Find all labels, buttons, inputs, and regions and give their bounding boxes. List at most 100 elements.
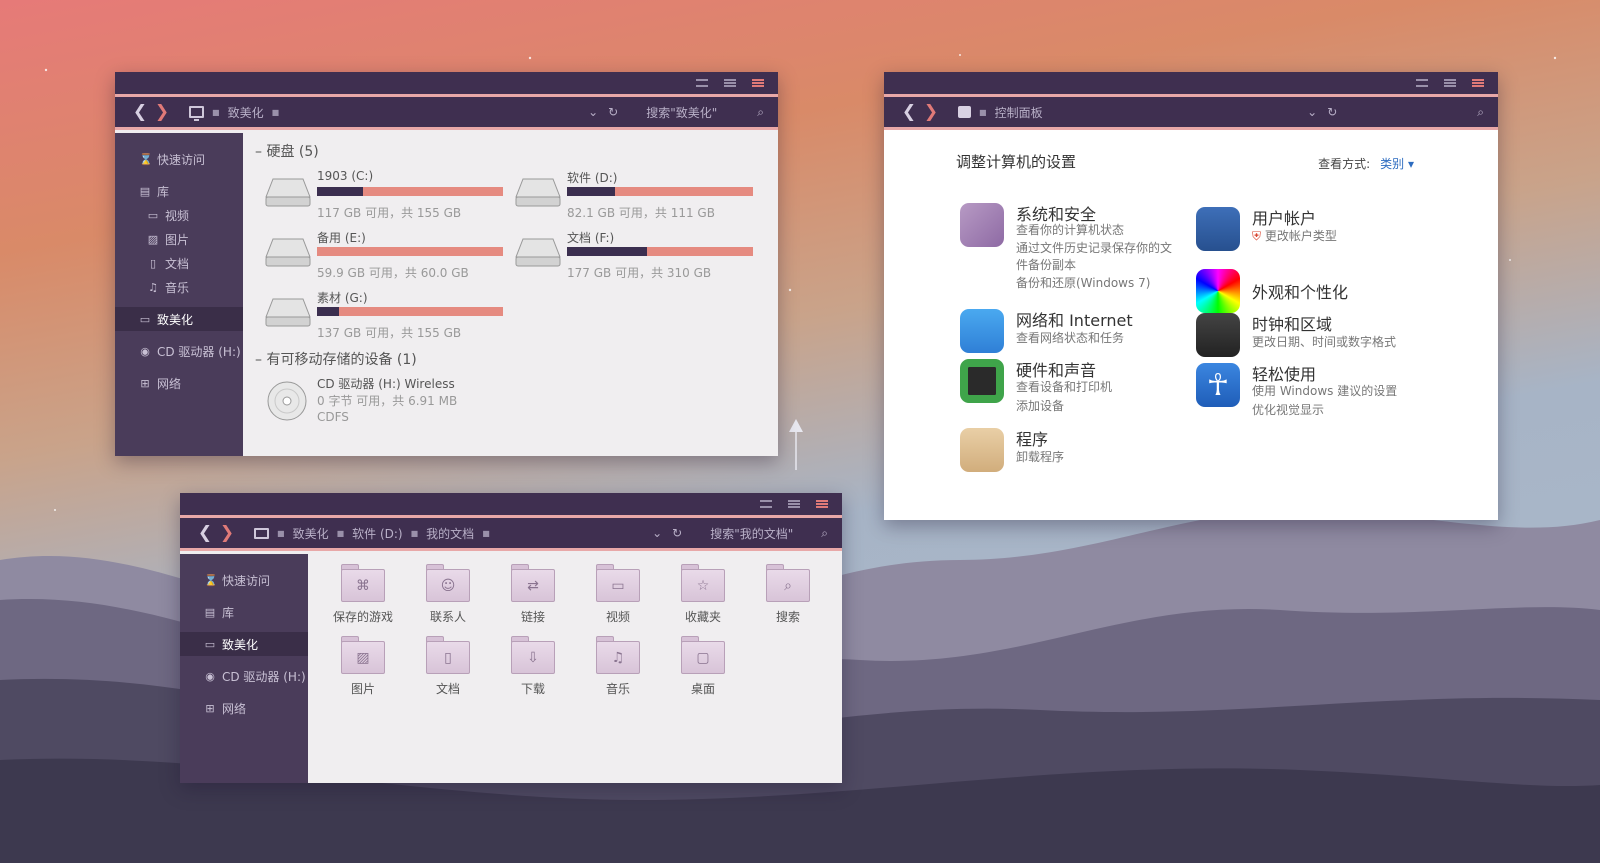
category-programs[interactable]: 程序 卸载程序 [960,426,1190,472]
minimize-button[interactable] [1416,79,1428,87]
drive-filesystem: CDFS [317,410,349,424]
sidebar-item-library[interactable]: ▤ 库 [115,179,243,203]
maximize-button[interactable] [724,79,736,87]
sidebar-item-video[interactable]: ▭ 视频 [115,203,243,227]
folder-label: 桌面 [690,682,715,696]
breadcrumb[interactable]: ■ 致美化 ■ 软件 (D:) ■ 我的文档 ■ [254,525,490,542]
refresh-icon[interactable]: ↻ [608,105,618,119]
sidebar-item-documents[interactable]: ▯ 文档 [115,251,243,275]
category-title[interactable]: 外观和个性化 [1252,279,1348,303]
back-button[interactable]: ❮ [129,102,151,122]
category-title[interactable]: 网络和 Internet [1016,307,1133,331]
category-link[interactable]: 卸载程序 [1016,448,1064,465]
search-input[interactable]: 搜索"致美化" [646,104,717,121]
category-link[interactable]: 更改日期、时间或数字格式 [1252,333,1396,350]
category-network-internet[interactable]: 网络和 Internet 查看网络状态和任务 [960,307,1190,353]
category-system-security[interactable]: 系统和安全 查看你的计算机状态 通过文件历史记录保存你的文 件备份副本 备份和还… [960,201,1190,301]
category-hardware-sound[interactable]: 硬件和声音 查看设备和打印机 添加设备 [960,357,1190,413]
breadcrumb-item[interactable]: 软件 (D:) [352,525,402,542]
hourglass-icon: ⌛ [139,152,153,166]
sidebar-item-computer[interactable]: ▭ 致美化 [180,632,308,656]
drive-item-f[interactable]: 文档 (F:) 177 GB 可用，共 310 GB [515,229,755,280]
search-input[interactable]: 搜索"我的文档" [710,525,793,542]
drive-item-c[interactable]: 1903 (C:) 117 GB 可用，共 155 GB [265,169,505,220]
category-clock-region[interactable]: 时钟和区域 更改日期、时间或数字格式 [1196,311,1426,357]
folder-item[interactable]: ▨ 图片 [328,636,398,697]
back-button[interactable]: ❮ [194,523,216,543]
view-by-dropdown[interactable]: 类别 ▾ [1380,157,1414,171]
drive-item-g[interactable]: 素材 (G:) 137 GB 可用，共 155 GB [265,289,505,340]
category-link[interactable]: 添加设备 [1016,397,1064,414]
folder-item[interactable]: ♫ 音乐 [583,636,653,697]
minimize-button[interactable] [760,500,772,508]
sidebar-item-pictures[interactable]: ▨ 图片 [115,227,243,251]
category-link[interactable]: 查看你的计算机状态 [1016,221,1124,238]
sidebar-item-quick-access[interactable]: ⌛ 快速访问 [115,147,243,171]
chevron-down-icon[interactable]: ⌄ [588,105,598,119]
close-button[interactable] [1472,79,1484,87]
drive-item-e[interactable]: 备用 (E:) 59.9 GB 可用，共 60.0 GB [265,229,505,280]
breadcrumb[interactable]: ■ 控制面板 [958,104,1043,121]
sidebar-item-label: 网络 [222,701,247,716]
folder-item[interactable]: ⌘ 保存的游戏 [328,564,398,625]
sidebar-item-cd-drive[interactable]: ◉ CD 驱动器 (H:) [115,339,243,363]
category-link[interactable]: 查看设备和打印机 [1016,378,1112,395]
category-ease-of-access[interactable]: ☥ 轻松使用 使用 Windows 建议的设置 优化视觉显示 [1196,361,1426,417]
category-link[interactable]: 备份和还原(Windows 7) [1016,274,1150,291]
maximize-button[interactable] [1444,79,1456,87]
close-button[interactable] [752,79,764,87]
folder-item[interactable]: ⇄ 链接 [498,564,568,625]
sidebar-item-music[interactable]: ♫ 音乐 [115,275,243,299]
back-button[interactable]: ❮ [898,102,920,122]
forward-button[interactable]: ❯ [151,102,173,122]
category-user-accounts[interactable]: 用户帐户 ⛨ 更改帐户类型 [1196,205,1426,251]
search-icon[interactable]: ⌕ [1477,105,1484,120]
breadcrumb-item[interactable]: 我的文档 [426,525,474,542]
chevron-down-icon[interactable]: ⌄ [652,526,662,540]
category-link[interactable]: 优化视觉显示 [1252,401,1324,418]
breadcrumb[interactable]: ■ 致美化 ■ [189,104,279,121]
folder-label: 链接 [520,610,545,624]
search-icon[interactable]: ⌕ [821,526,828,541]
sidebar-item-computer[interactable]: ▭ 致美化 [115,307,243,331]
drive-item-d[interactable]: 软件 (D:) 82.1 GB 可用，共 111 GB [515,169,755,220]
category-link[interactable]: 件备份副本 [1016,256,1076,273]
maximize-button[interactable] [788,500,800,508]
folder-item[interactable]: ▭ 视频 [583,564,653,625]
folder-item[interactable]: ⇩ 下载 [498,636,568,697]
folder-item[interactable]: ☆ 收藏夹 [668,564,738,625]
forward-button[interactable]: ❯ [920,102,942,122]
folder-item[interactable]: ⌕ 搜索 [753,564,823,625]
folder-item[interactable]: ▯ 文档 [413,636,483,697]
category-link[interactable]: 通过文件历史记录保存你的文 [1016,239,1172,256]
category-link[interactable]: 查看网络状态和任务 [1016,329,1124,346]
breadcrumb-item[interactable]: 控制面板 [995,104,1043,121]
search-icon[interactable]: ⌕ [757,105,764,120]
folder-item[interactable]: ☺ 联系人 [413,564,483,625]
sidebar-item-network[interactable]: ⊞ 网络 [180,696,308,720]
minimize-button[interactable] [696,79,708,87]
category-title[interactable]: 程序 [1016,426,1048,450]
sidebar-item-network[interactable]: ⊞ 网络 [115,371,243,395]
close-button[interactable] [816,500,828,508]
breadcrumb-item[interactable]: 致美化 [293,525,329,542]
forward-button[interactable]: ❯ [216,523,238,543]
refresh-icon[interactable]: ↻ [1327,105,1337,119]
cloud-icon [960,309,1004,353]
category-title[interactable]: 时钟和区域 [1252,311,1332,335]
group-header-removable[interactable]: – 有可移动存储的设备 (1) [255,349,417,369]
sidebar-item-library[interactable]: ▤ 库 [180,600,308,624]
breadcrumb-item[interactable]: 致美化 [228,104,264,121]
sidebar-item-cd-drive[interactable]: ◉ CD 驱动器 (H:) [180,664,308,688]
drive-usage-bar [317,187,503,196]
category-link[interactable]: 使用 Windows 建议的设置 [1252,382,1397,399]
drive-item-cd[interactable]: CD 驱动器 (H:) Wireless 0 字节 可用，共 6.91 MB C… [265,375,525,431]
folder-item[interactable]: ▢ 桌面 [668,636,738,697]
category-link[interactable]: ⛨ 更改帐户类型 [1252,227,1337,244]
category-appearance[interactable]: 外观和个性化 [1196,267,1426,313]
refresh-icon[interactable]: ↻ [672,526,682,540]
sidebar-item-quick-access[interactable]: ⌛ 快速访问 [180,568,308,592]
group-header-hdd[interactable]: – 硬盘 (5) [255,141,319,161]
chevron-down-icon[interactable]: ⌄ [1307,105,1317,119]
category-title[interactable]: 用户帐户 [1252,205,1316,229]
